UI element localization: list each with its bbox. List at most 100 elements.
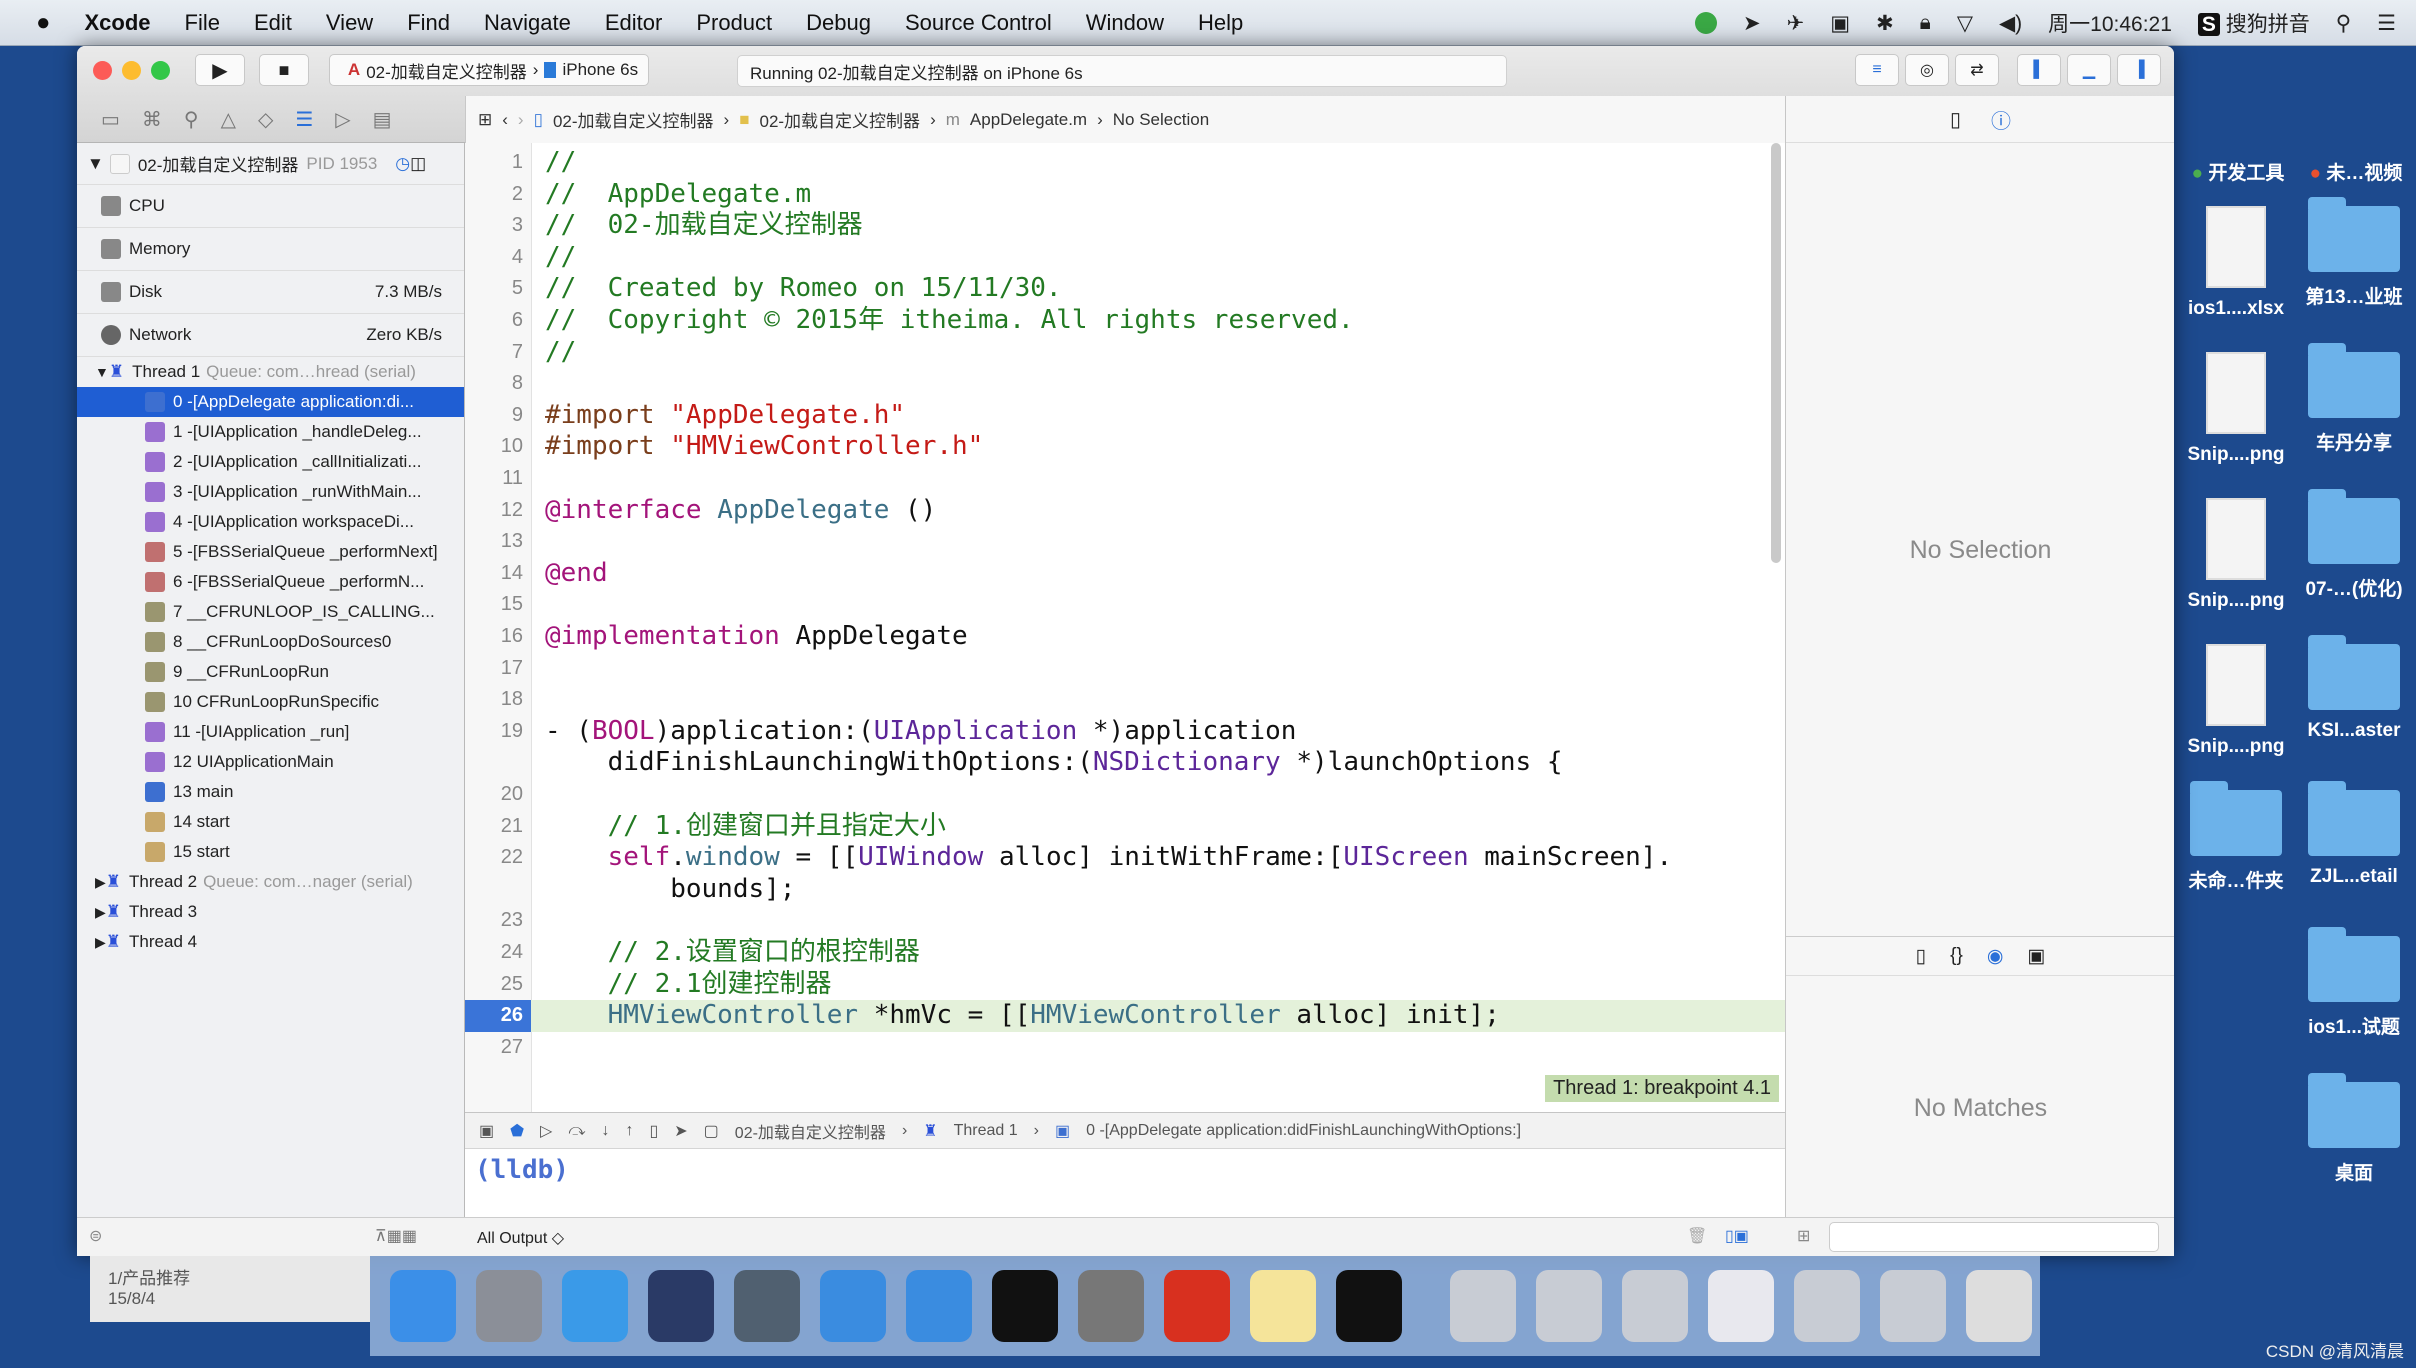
code-line[interactable]: 3 // 02-加载自定义控制器 bbox=[465, 210, 1785, 242]
dock-trash-icon[interactable] bbox=[1966, 1270, 2032, 1342]
debug-navigator-icon[interactable]: ☰ bbox=[295, 107, 313, 132]
back-button[interactable]: ‹ bbox=[502, 110, 508, 130]
code-line[interactable]: 22 self.window = [[UIWindow alloc] initW… bbox=[465, 842, 1785, 874]
media-library-icon[interactable]: ▣ bbox=[2027, 945, 2045, 968]
utilities-toggle-icon[interactable]: ▐ bbox=[2117, 54, 2161, 86]
jump-project[interactable]: 02-加载自定义控制器 bbox=[553, 107, 714, 132]
disclosure-open-icon[interactable]: ▼ bbox=[95, 364, 109, 380]
code-line[interactable]: 16 @implementation AppDelegate bbox=[465, 621, 1785, 653]
menu-window[interactable]: Window bbox=[1086, 10, 1164, 36]
dock-xcode-icon[interactable] bbox=[820, 1270, 886, 1342]
location-icon[interactable]: ➤ bbox=[1743, 11, 1761, 36]
debug-frame[interactable]: 0 -[AppDelegate application:didFinishLau… bbox=[1086, 1122, 1521, 1140]
desktop-icon[interactable]: ZJL...etail bbox=[2294, 781, 2414, 888]
code-line[interactable]: 1 // bbox=[465, 147, 1785, 179]
process-view-options-icon[interactable]: ◫ bbox=[410, 154, 426, 174]
navigator-toggle-icon[interactable]: ▌ bbox=[2017, 54, 2061, 86]
hide-debug-area-icon[interactable]: ▣ bbox=[479, 1121, 494, 1141]
trash-icon[interactable]: 🗑︎ bbox=[1687, 1226, 1707, 1246]
gauge-icon[interactable]: ◷ bbox=[395, 154, 410, 174]
input-method[interactable]: S 搜狗拼音 bbox=[2197, 8, 2310, 38]
dock-screen-4-icon[interactable] bbox=[1708, 1270, 1774, 1342]
gauge-cpu[interactable]: CPU bbox=[77, 185, 464, 228]
notification-center-icon[interactable]: ☰ bbox=[2377, 11, 2396, 36]
jump-file[interactable]: AppDelegate.m bbox=[970, 110, 1087, 130]
close-button[interactable] bbox=[93, 61, 112, 80]
code-line[interactable]: 8 bbox=[465, 368, 1785, 400]
run-button[interactable]: ▶ bbox=[195, 54, 245, 86]
code-line[interactable]: 20 bbox=[465, 779, 1785, 811]
desktop-icon[interactable]: Snip....png bbox=[2176, 644, 2296, 758]
desktop-icon[interactable]: KSI...aster bbox=[2294, 635, 2414, 742]
code-line[interactable]: 21 // 1.创建窗口并且指定大小 bbox=[465, 811, 1785, 843]
desktop-icon[interactable]: ios1....xlsx bbox=[2176, 206, 2296, 320]
menu-file[interactable]: File bbox=[185, 10, 220, 36]
dock-console-icon[interactable] bbox=[1336, 1270, 1402, 1342]
recording-icon[interactable] bbox=[1695, 12, 1717, 34]
dock-mouse-app-icon[interactable] bbox=[648, 1270, 714, 1342]
quick-help-icon[interactable]: ⓘ bbox=[1991, 105, 2011, 134]
dock-finder-icon[interactable] bbox=[390, 1270, 456, 1342]
code-line[interactable]: 19 - (BOOL)application:(UIApplication *)a… bbox=[465, 716, 1785, 748]
dock-screen-3-icon[interactable] bbox=[1622, 1270, 1688, 1342]
continue-icon[interactable]: ▷ bbox=[540, 1121, 552, 1141]
stack-frame-row[interactable]: 3 -[UIApplication _runWithMain... bbox=[77, 477, 464, 507]
dock-terminal-icon[interactable] bbox=[992, 1270, 1058, 1342]
menu-xcode[interactable]: Xcode bbox=[85, 10, 151, 36]
standard-editor-icon[interactable]: ≡ bbox=[1855, 54, 1899, 86]
notification-widget[interactable]: 1/产品推荐 15/8/4 bbox=[90, 1256, 370, 1322]
stack-frame-row[interactable]: 6 -[FBSSerialQueue _performN... bbox=[77, 567, 464, 597]
view-hierarchy-icon[interactable]: ▯ bbox=[649, 1121, 658, 1141]
dock-screen-5-icon[interactable] bbox=[1794, 1270, 1860, 1342]
code-line[interactable]: 5 // Created by Romeo on 15/11/30. bbox=[465, 273, 1785, 305]
stack-frame-row[interactable]: 9 __CFRunLoopRun bbox=[77, 657, 464, 687]
code-line[interactable]: bounds]; bbox=[465, 874, 1785, 906]
stack-frame-row[interactable]: 8 __CFRunLoopDoSources0 bbox=[77, 627, 464, 657]
related-items-icon[interactable]: ⊞ bbox=[478, 110, 492, 130]
lock-icon[interactable]: 🔒︎ bbox=[1920, 11, 1931, 35]
stack-frame-row[interactable]: 7 __CFRUNLOOP_IS_CALLING... bbox=[77, 597, 464, 627]
airplane-icon[interactable]: ✈ bbox=[1787, 11, 1805, 36]
stack-frame-row[interactable]: 4 -[UIApplication workspaceDi... bbox=[77, 507, 464, 537]
gauge-network[interactable]: Network Zero KB/s bbox=[77, 314, 464, 357]
code-line[interactable]: 6 // Copyright © 2015年 itheima. All right… bbox=[465, 305, 1785, 337]
desktop-icon[interactable]: 07-…(优化) bbox=[2294, 489, 2414, 601]
library-filter-input[interactable] bbox=[1829, 1222, 2159, 1252]
stack-frame-row[interactable]: 0 -[AppDelegate application:di... bbox=[77, 387, 464, 417]
dock-screen-6-icon[interactable] bbox=[1880, 1270, 1946, 1342]
code-line[interactable]: 17 bbox=[465, 653, 1785, 685]
desktop-icon[interactable]: Snip....png bbox=[2176, 498, 2296, 612]
symbol-navigator-icon[interactable]: ⌘ bbox=[142, 107, 162, 132]
dock-instruments-icon[interactable] bbox=[906, 1270, 972, 1342]
jump-group[interactable]: 02-加载自定义控制器 bbox=[759, 107, 920, 132]
disclosure-closed-icon[interactable]: ▶ bbox=[95, 904, 106, 921]
report-navigator-icon[interactable]: ▤ bbox=[373, 107, 392, 132]
dock-photo-booth-icon[interactable] bbox=[734, 1270, 800, 1342]
process-row[interactable]: ▼ 02-加载自定义控制器 PID 1953 ◷ ◫ bbox=[77, 143, 464, 185]
desktop-icon[interactable]: 第13…业班 bbox=[2294, 197, 2414, 309]
menu-debug[interactable]: Debug bbox=[806, 10, 871, 36]
zoom-button[interactable] bbox=[151, 61, 170, 80]
code-snippet-icon[interactable]: {} bbox=[1950, 945, 1963, 967]
stop-button[interactable]: ■ bbox=[259, 54, 309, 86]
dock-system-preferences-icon[interactable] bbox=[1078, 1270, 1144, 1342]
thread-row[interactable]: ▶ ♜ Thread 4 bbox=[77, 927, 464, 957]
menu-editor[interactable]: Editor bbox=[605, 10, 662, 36]
wifi-icon[interactable]: ▽ bbox=[1957, 11, 1973, 36]
desktop-tag[interactable]: ● 开发工具 bbox=[2178, 158, 2298, 185]
desktop-icon[interactable]: ios1...试题 bbox=[2294, 927, 2414, 1039]
desktop-tag[interactable]: ● 未…视频 bbox=[2296, 158, 2416, 185]
code-line[interactable]: 27 bbox=[465, 1032, 1785, 1064]
screen-record-icon[interactable]: ▣ bbox=[1830, 11, 1850, 36]
code-line[interactable]: 9 #import "AppDelegate.h" bbox=[465, 400, 1785, 432]
spotlight-icon[interactable]: ⚲ bbox=[2336, 11, 2351, 36]
file-inspector-icon[interactable]: ▯ bbox=[1950, 107, 1961, 132]
file-template-icon[interactable]: ▯ bbox=[1916, 945, 1926, 968]
stack-frame-row[interactable]: 1 -[UIApplication _handleDeleg... bbox=[77, 417, 464, 447]
filter-icon[interactable]: ⊜ bbox=[89, 1226, 102, 1246]
dock-launchpad-icon[interactable] bbox=[476, 1270, 542, 1342]
volume-icon[interactable]: ◀) bbox=[1999, 11, 2022, 36]
debug-area-toggle-icon[interactable]: ▁ bbox=[2067, 54, 2111, 86]
code-line[interactable]: 2 // AppDelegate.m bbox=[465, 179, 1785, 211]
step-over-icon[interactable]: ⤼ bbox=[568, 1122, 585, 1140]
